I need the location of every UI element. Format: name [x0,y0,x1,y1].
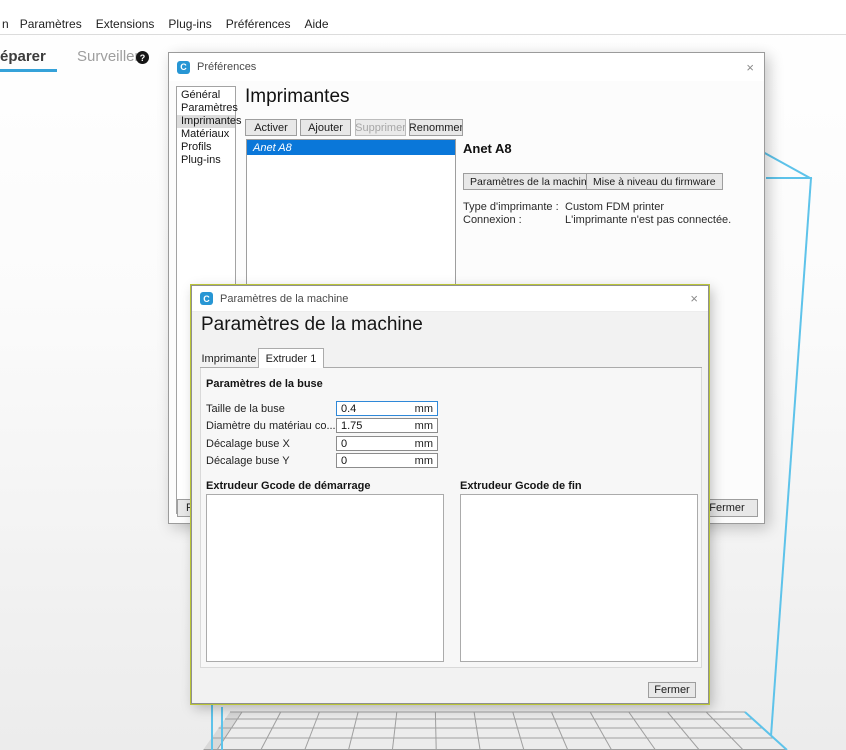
end-gcode-textarea[interactable] [460,494,698,662]
connection-label: Connexion : [463,214,522,226]
tab-prepare-underline [0,69,57,72]
nozzle-size-label: Taille de la buse [206,403,285,415]
nozzle-offset-y-field[interactable]: mm [336,453,438,468]
material-diameter-field[interactable]: mm [336,418,438,433]
menu-item-preferences[interactable]: Préférences [219,17,298,31]
page-title: Imprimantes [245,86,350,107]
cura-logo-icon: C [200,292,213,305]
sidebar-item-parametres[interactable]: Paramètres [177,102,238,115]
sidebar-item-general[interactable]: Général [177,89,235,102]
add-button[interactable]: Ajouter [300,119,351,136]
monitor-status-icon: ? [136,51,149,64]
connection-value: L'imprimante n'est pas connectée. [565,214,732,226]
nozzle-offset-y-input[interactable] [337,454,407,467]
build-volume-edge-right-vertical [768,177,812,750]
window-top-strip [0,0,846,14]
nozzle-size-unit: mm [414,402,433,415]
printer-type-label: Type d'imprimante : [463,201,559,213]
tab-imprimante[interactable]: Imprimante [200,351,258,367]
menu-item-parametres[interactable]: Paramètres [13,17,89,31]
preferences-titlebar[interactable]: C Préférences [169,53,764,81]
menu-bar: n Paramètres Extensions Plug-ins Préfére… [0,14,846,35]
nozzle-size-field[interactable]: mm [336,401,438,416]
close-icon[interactable]: × [746,61,754,74]
tab-monitor[interactable]: Surveiller [77,48,140,65]
close-icon[interactable]: × [690,292,698,305]
menu-item-extensions[interactable]: Extensions [89,17,162,31]
activate-button[interactable]: Activer [245,119,297,136]
menu-item-plugins[interactable]: Plug-ins [161,17,218,31]
build-plate-grid [203,704,788,750]
nozzle-offset-x-field[interactable]: mm [336,436,438,451]
sidebar-item-plugins[interactable]: Plug-ins [177,154,235,167]
rename-button[interactable]: Renommer [409,119,463,136]
material-diameter-unit: mm [414,419,433,432]
cura-app-window: n Paramètres Extensions Plug-ins Préfére… [0,0,846,750]
tab-prepare[interactable]: éparer [0,48,46,65]
build-volume-edge-top-horizontal [766,177,812,179]
menu-item-aide[interactable]: Aide [297,17,335,31]
printer-type-value: Custom FDM printer [565,201,665,213]
remove-button: Supprimer [355,119,406,136]
printer-detail-name: Anet A8 [463,141,512,156]
nozzle-size-input[interactable] [337,402,407,415]
cura-logo-icon: C [177,60,190,74]
machine-settings-button[interactable]: Paramètres de la machine [463,173,600,190]
machine-settings-dialog: C Paramètres de la machine × Paramètres … [190,284,710,705]
sidebar-item-imprimantes[interactable]: Imprimantes [177,115,242,128]
machine-settings-dialog-title: Paramètres de la machine [220,292,349,305]
nozzle-offset-x-input[interactable] [337,437,407,450]
machine-settings-heading: Paramètres de la machine [201,314,423,335]
machine-settings-titlebar[interactable]: C Paramètres de la machine [192,286,708,312]
printer-list-item-selected[interactable]: Anet A8 [247,140,455,155]
sidebar-item-profils[interactable]: Profils [177,141,235,154]
nozzle-offset-y-label: Décalage buse Y [206,455,290,467]
build-volume-edge-top-diagonal [764,152,813,180]
nozzle-offset-x-unit: mm [414,437,433,450]
tab-extruder-1[interactable]: Extruder 1 [258,348,324,368]
nozzle-settings-title: Paramètres de la buse [206,378,323,390]
material-diameter-input[interactable] [337,419,407,432]
nozzle-offset-x-label: Décalage buse X [206,438,290,450]
material-diameter-label: Diamètre du matériau co... [206,420,336,432]
machine-settings-close-button[interactable]: Fermer [648,682,696,698]
menu-item-partial[interactable]: n [0,17,13,31]
start-gcode-textarea[interactable] [206,494,444,662]
firmware-upgrade-button[interactable]: Mise à niveau du firmware [586,173,723,190]
nozzle-offset-y-unit: mm [414,454,433,467]
end-gcode-label: Extrudeur Gcode de fin [460,480,582,492]
start-gcode-label: Extrudeur Gcode de démarrage [206,480,371,492]
preferences-dialog-title: Préférences [197,61,257,73]
sidebar-item-materiaux[interactable]: Matériaux [177,128,235,141]
